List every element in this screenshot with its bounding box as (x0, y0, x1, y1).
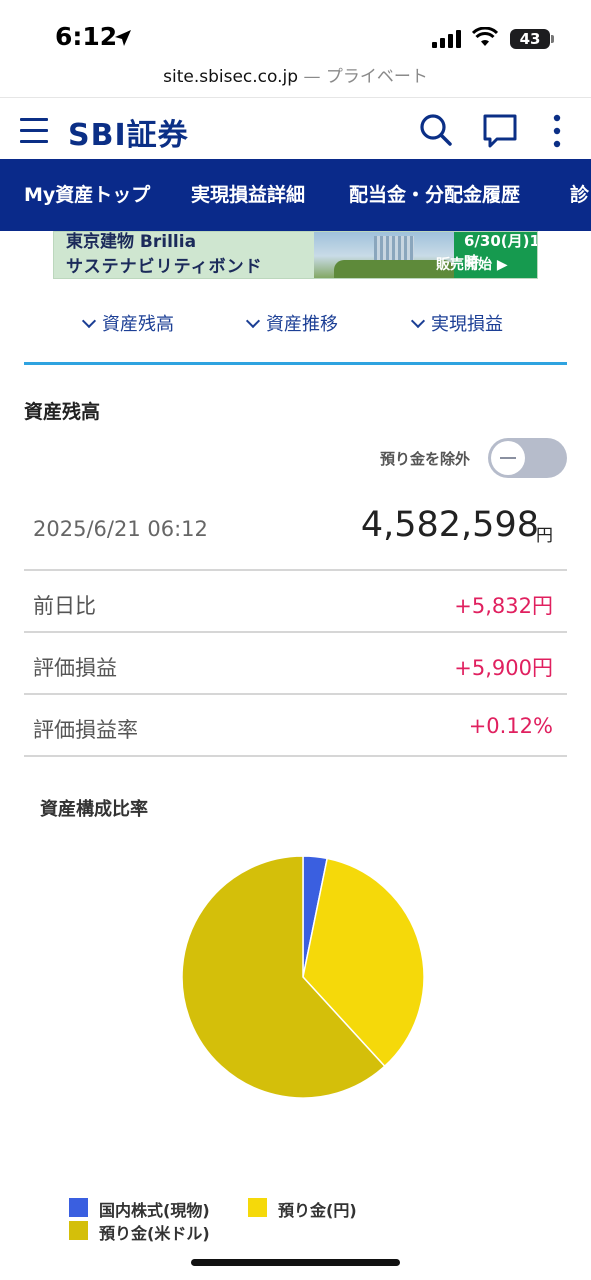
unrealized-pl-rate-label: 評価損益率 (33, 718, 138, 742)
chevron-down-icon (410, 313, 426, 329)
chat-icon[interactable] (482, 113, 518, 149)
balance-title: 資産残高 (24, 401, 101, 423)
status-bar: 6:12 43 (0, 0, 591, 62)
account-nav: My資産トップ 実現損益詳細 配当金・分配金履歴 診 (0, 159, 591, 231)
cellular-signal-icon (432, 30, 461, 48)
unrealized-pl-row: 評価損益 +5,900円 (24, 633, 567, 695)
nav-realized-pl-detail[interactable]: 実現損益詳細 (191, 159, 305, 231)
legend-swatch-0 (69, 1198, 88, 1217)
daily-change-row: 前日比 +5,832円 (24, 571, 567, 633)
link-asset-trend[interactable]: 資産推移 (245, 310, 338, 336)
legend-label-1: 預り金(円) (278, 1201, 357, 1220)
unrealized-pl-value: +5,900円 (454, 656, 553, 680)
nav-dividend-history[interactable]: 配当金・分配金履歴 (349, 159, 520, 231)
toggle-knob (491, 441, 525, 475)
banner-line-1: 東京建物 Brillia (66, 232, 197, 252)
unrealized-pl-rate-value: +0.12% (468, 714, 553, 738)
banner-cta: 販売開始 ▶ (436, 257, 508, 273)
nav-my-asset-top[interactable]: My資産トップ (24, 159, 150, 231)
url-separator: — (298, 67, 326, 87)
url-bar[interactable]: site.sbisec.co.jp — プライベート (0, 62, 591, 90)
exclude-deposit-label: 預り金を除外 (380, 450, 471, 468)
chart-title: 資産構成比率 (40, 799, 148, 820)
location-arrow-icon (115, 30, 131, 46)
total-balance-row: 2025/6/21 06:12 4,582,598 円 (24, 497, 567, 571)
battery-cap (551, 35, 554, 43)
search-icon[interactable] (419, 113, 453, 147)
total-balance-value: 4,582,598 (360, 505, 539, 545)
unrealized-pl-rate-row: 評価損益率 +0.12% (24, 695, 567, 757)
section-divider (24, 362, 567, 365)
legend-label-0: 国内株式(現物) (99, 1201, 210, 1220)
unrealized-pl-label: 評価損益 (33, 656, 117, 680)
home-indicator (191, 1259, 400, 1266)
nav-diagnosis[interactable]: 診 (570, 159, 589, 231)
sbi-logo[interactable]: SBI証券 (68, 110, 189, 154)
balance-timestamp: 2025/6/21 06:12 (33, 517, 208, 541)
link-asset-balance[interactable]: 資産残高 (81, 310, 174, 336)
banner-building-image (314, 232, 454, 278)
link-realized-pl[interactable]: 実現損益 (410, 310, 503, 336)
allocation-pie-chart (181, 855, 425, 1099)
site-header: SBI証券 (0, 97, 591, 159)
total-balance-unit: 円 (536, 526, 553, 546)
legend-swatch-2 (69, 1221, 88, 1240)
promo-banner[interactable]: 東京建物 Brillia サステナビリティボンド 6/30(月)10時 販売開始… (53, 231, 538, 279)
more-vertical-icon[interactable] (550, 113, 564, 149)
menu-icon[interactable] (20, 118, 50, 144)
daily-change-label: 前日比 (33, 594, 96, 618)
legend-swatch-1 (248, 1198, 267, 1217)
url-domain: site.sbisec.co.jp (163, 67, 299, 87)
legend-label-2: 預り金(米ドル) (99, 1224, 210, 1243)
exclude-deposit-toggle[interactable] (488, 438, 567, 478)
wifi-icon (472, 27, 498, 46)
chevron-down-icon (81, 313, 97, 329)
private-mode-label: プライベート (325, 67, 428, 87)
banner-line-2: サステナビリティボンド (66, 257, 263, 277)
status-time: 6:12 (55, 22, 118, 51)
chevron-down-icon (245, 313, 261, 329)
daily-change-value: +5,832円 (454, 594, 553, 618)
battery-icon: 43 (510, 29, 550, 49)
